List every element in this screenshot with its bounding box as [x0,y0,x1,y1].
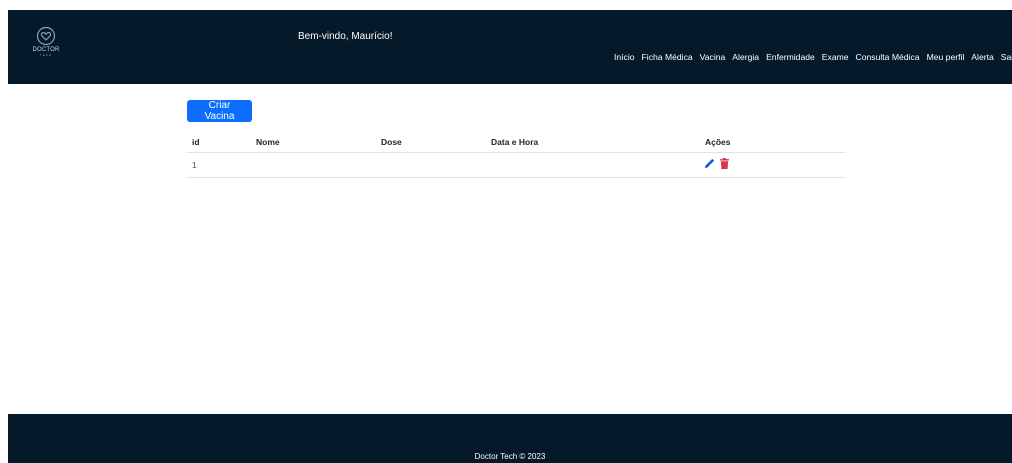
header-nome: Nome [256,137,280,147]
header-id: id [192,137,200,147]
nav-enfermidade[interactable]: Enfermidade [766,52,815,62]
row-actions [704,158,729,169]
nav-vacina[interactable]: Vacina [700,52,726,62]
vaccine-table: id Nome Dose Data e Hora Ações 1 [187,131,845,178]
header-data-hora: Data e Hora [491,137,539,147]
table-row: 1 [187,153,845,178]
nav-ficha-medica[interactable]: Ficha Médica [642,52,693,62]
nav-sair[interactable]: Sai [1001,52,1012,62]
welcome-message: Bem-vindo, Maurício! [298,31,393,42]
footer: Doctor Tech © 2023 [8,414,1012,463]
trash-icon[interactable] [720,158,729,169]
nav-exame[interactable]: Exame [822,52,849,62]
nav-consulta-medica[interactable]: Consulta Médica [856,52,920,62]
nav-inicio[interactable]: Início [614,52,635,62]
create-vaccine-button[interactable]: Criar Vacina [187,100,252,122]
footer-copyright: Doctor Tech © 2023 [474,452,546,461]
main-nav: Início Ficha Médica Vacina Alergia Enfer… [614,52,1012,62]
nav-alerta[interactable]: Alerta [971,52,993,62]
nav-alergia[interactable]: Alergia [732,52,759,62]
header-dose: Dose [381,137,402,147]
nav-meu-perfil[interactable]: Meu perfil [927,52,965,62]
table-header: id Nome Dose Data e Hora Ações [187,131,845,153]
heart-logo-icon [36,26,56,46]
top-navbar: DOCTOR TECH Bem-vindo, Maurício! Início … [8,10,1012,84]
row-id: 1 [192,160,197,170]
header-acoes: Ações [705,137,731,147]
pencil-icon[interactable] [704,158,715,169]
doctor-tech-logo[interactable]: DOCTOR TECH [28,26,64,70]
logo-subtext: TECH [39,53,53,57]
